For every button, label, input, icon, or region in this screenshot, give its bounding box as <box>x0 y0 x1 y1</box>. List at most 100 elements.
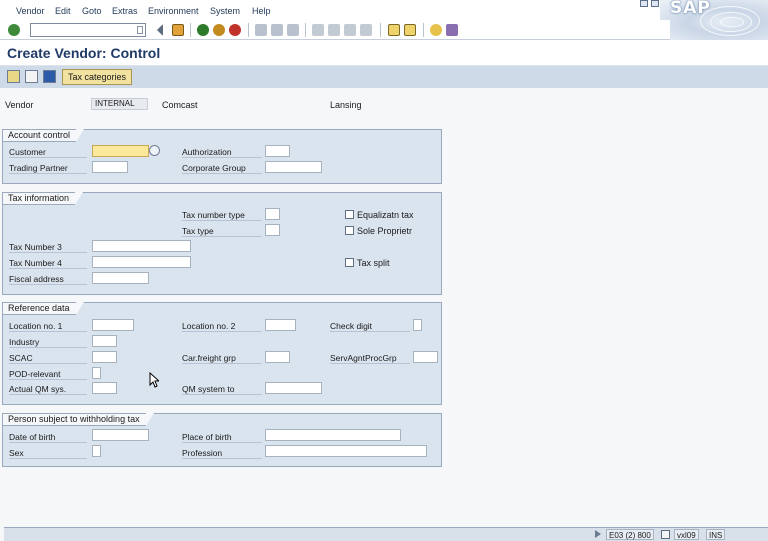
menu-help[interactable]: Help <box>252 6 271 16</box>
location-no-1-label: Location no. 1 <box>9 321 87 332</box>
customer-input[interactable] <box>92 145 149 157</box>
tax-number-4-input[interactable] <box>92 256 191 268</box>
date-of-birth-label: Date of birth <box>9 432 87 443</box>
cancel-icon[interactable] <box>229 24 241 36</box>
sole-proprietr-label: Sole Proprietr <box>357 226 413 236</box>
server-name: vxl09 <box>674 529 699 540</box>
command-field-dropdown-icon[interactable] <box>137 26 143 34</box>
sap-logo: SAP <box>660 0 768 40</box>
menu-system[interactable]: System <box>210 6 240 16</box>
pod-relevant-input[interactable] <box>92 367 101 379</box>
tax-number-type-input[interactable] <box>265 208 280 220</box>
date-of-birth-input[interactable] <box>92 429 149 441</box>
tax-number-type-label: Tax number type <box>182 210 262 221</box>
find-icon[interactable] <box>271 24 283 36</box>
profession-input[interactable] <box>265 445 427 457</box>
application-toolbar: Tax categories <box>0 66 768 88</box>
tax-number-4-label: Tax Number 4 <box>9 258 87 269</box>
place-of-birth-label: Place of birth <box>182 432 262 443</box>
display-change-icon[interactable] <box>7 70 20 83</box>
industry-input[interactable] <box>92 335 117 347</box>
vendor-label: Vendor <box>5 100 34 110</box>
serv-agnt-proc-grp-input[interactable] <box>413 351 438 363</box>
sex-input[interactable] <box>92 445 101 457</box>
tax-split-label: Tax split <box>357 258 390 268</box>
equalizatn-tax-label: Equalizatn tax <box>357 210 414 220</box>
account-control-group: Account control Customer Authorization T… <box>2 129 442 184</box>
possible-entries-icon[interactable] <box>149 145 160 156</box>
maximize-icon[interactable] <box>651 0 659 7</box>
last-page-icon[interactable] <box>360 24 372 36</box>
fiscal-address-label: Fiscal address <box>9 274 87 285</box>
other-vendor-icon[interactable] <box>25 70 38 83</box>
menu-vendor[interactable]: Vendor <box>16 6 45 16</box>
authorization-label: Authorization <box>182 147 262 158</box>
trading-partner-input[interactable] <box>92 161 128 173</box>
standard-toolbar <box>0 20 670 40</box>
vendor-name: Comcast <box>162 100 198 110</box>
reference-data-group: Reference data Location no. 1 Location n… <box>2 302 442 405</box>
account-control-title: Account control <box>2 129 85 142</box>
tax-type-input[interactable] <box>265 224 280 236</box>
actual-qm-sys-input[interactable] <box>92 382 117 394</box>
person-withholding-group: Person subject to withholding tax Date o… <box>2 413 442 467</box>
tax-information-group: Tax information Tax number type Equaliza… <box>2 192 442 295</box>
info-icon[interactable] <box>43 70 56 83</box>
status-expand-icon[interactable] <box>595 530 601 538</box>
customer-label: Customer <box>9 147 87 158</box>
help-icon[interactable] <box>430 24 442 36</box>
check-digit-input[interactable] <box>413 319 422 331</box>
authorization-input[interactable] <box>265 145 290 157</box>
history-back-icon[interactable] <box>157 24 163 36</box>
shortcut-icon[interactable] <box>404 24 416 36</box>
tax-number-3-input[interactable] <box>92 240 191 252</box>
tax-number-3-label: Tax Number 3 <box>9 242 87 253</box>
vendor-city: Lansing <box>330 100 362 110</box>
scac-label: SCAC <box>9 353 87 364</box>
fiscal-address-input[interactable] <box>92 272 149 284</box>
location-no-1-input[interactable] <box>92 319 134 331</box>
print-icon[interactable] <box>255 24 267 36</box>
corporate-group-input[interactable] <box>265 161 322 173</box>
reference-data-title: Reference data <box>2 302 84 315</box>
menu-extras[interactable]: Extras <box>112 6 138 16</box>
new-session-icon[interactable] <box>388 24 400 36</box>
first-page-icon[interactable] <box>312 24 324 36</box>
minimize-icon[interactable] <box>640 0 648 7</box>
location-no-2-input[interactable] <box>265 319 296 331</box>
sap-logo-text: SAP <box>670 0 711 18</box>
next-page-icon[interactable] <box>344 24 356 36</box>
serv-agnt-proc-grp-label: ServAgntProcGrp <box>330 353 410 364</box>
car-freight-grp-input[interactable] <box>265 351 290 363</box>
command-field[interactable] <box>30 23 146 37</box>
industry-label: Industry <box>9 337 87 348</box>
prev-page-icon[interactable] <box>328 24 340 36</box>
menu-edit[interactable]: Edit <box>55 6 71 16</box>
enter-icon[interactable] <box>8 24 20 36</box>
sex-label: Sex <box>9 448 87 459</box>
sole-proprietr-checkbox[interactable] <box>345 226 354 235</box>
tax-split-checkbox[interactable] <box>345 258 354 267</box>
server-icon[interactable] <box>661 530 670 539</box>
menu-goto[interactable]: Goto <box>82 6 102 16</box>
scac-input[interactable] <box>92 351 117 363</box>
corporate-group-label: Corporate Group <box>182 163 262 174</box>
menu-environment[interactable]: Environment <box>148 6 199 16</box>
page-title: Create Vendor: Control <box>7 45 161 61</box>
save-icon[interactable] <box>172 24 184 36</box>
car-freight-grp-label: Car.freight grp <box>182 353 262 364</box>
back-icon[interactable] <box>197 24 209 36</box>
qm-system-to-input[interactable] <box>265 382 322 394</box>
find-next-icon[interactable] <box>287 24 299 36</box>
exit-icon[interactable] <box>213 24 225 36</box>
actual-qm-sys-label: Actual QM sys. <box>9 384 87 395</box>
status-bar: E03 (2) 800 vxl09 INS <box>4 527 768 541</box>
tax-categories-button[interactable]: Tax categories <box>62 69 133 85</box>
menu-bar: Vendor Edit Goto Extras Environment Syst… <box>0 0 768 20</box>
layout-menu-icon[interactable] <box>446 24 458 36</box>
equalizatn-tax-checkbox[interactable] <box>345 210 354 219</box>
tax-type-label: Tax type <box>182 226 262 237</box>
location-no-2-label: Location no. 2 <box>182 321 262 332</box>
pod-relevant-label: POD-relevant <box>9 369 87 380</box>
place-of-birth-input[interactable] <box>265 429 401 441</box>
